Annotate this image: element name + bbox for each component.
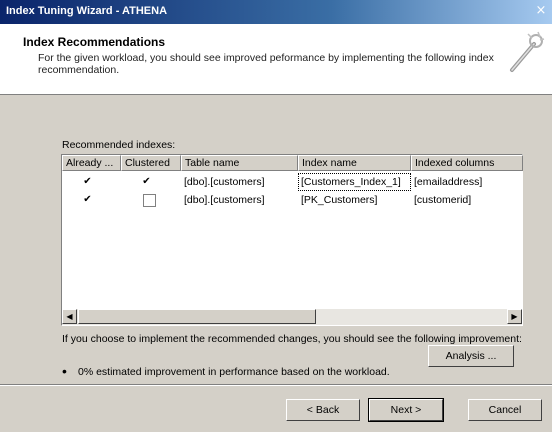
table-name-cell: [dbo].[customers] bbox=[184, 194, 265, 206]
column-header-clustered[interactable]: Clustered bbox=[121, 155, 181, 171]
index-name-cell: [PK_Customers] bbox=[301, 194, 378, 206]
footer-separator bbox=[0, 384, 552, 386]
column-header-indexed-columns[interactable]: Indexed columns bbox=[411, 155, 523, 171]
column-header-already[interactable]: Already ... bbox=[62, 155, 121, 171]
already-checkbox[interactable]: ✔ bbox=[82, 176, 93, 187]
table-name-cell: [dbo].[customers] bbox=[184, 176, 265, 188]
clustered-cell bbox=[121, 191, 182, 209]
clustered-checkbox[interactable]: ✔ bbox=[141, 176, 152, 187]
wizard-window: Index Tuning Wizard - ATHENA × Index Rec… bbox=[0, 0, 552, 432]
close-icon[interactable]: × bbox=[534, 4, 548, 18]
indexed-columns-cell: [emailaddress] bbox=[414, 176, 483, 188]
analysis-button[interactable]: Analysis ... bbox=[428, 345, 514, 367]
recommended-indexes-label: Recommended indexes: bbox=[62, 139, 176, 151]
recommended-indexes-table[interactable]: Already ... Clustered Table name Index n… bbox=[61, 154, 523, 326]
wizard-wand-icon bbox=[510, 31, 545, 72]
already-cell: ✔ bbox=[62, 191, 123, 209]
scroll-left-icon[interactable]: ◀ bbox=[62, 309, 77, 324]
index-name-cell: [Customers_Index_1] bbox=[298, 173, 411, 191]
table-row[interactable]: ✔ [dbo].[customers] [PK_Customers] [cust… bbox=[62, 191, 522, 209]
wizard-body: Recommended indexes: Already ... Cluster… bbox=[0, 95, 552, 385]
improvement-bullet: 0% estimated improvement in performance … bbox=[78, 366, 390, 378]
scroll-right-icon[interactable]: ▶ bbox=[507, 309, 522, 324]
next-button[interactable]: Next > bbox=[368, 398, 444, 422]
indexed-columns-cell: [customerid] bbox=[414, 194, 472, 206]
back-button[interactable]: < Back bbox=[286, 399, 360, 421]
already-cell: ✔ bbox=[62, 173, 123, 191]
table-header: Already ... Clustered Table name Index n… bbox=[62, 155, 523, 171]
clustered-checkbox[interactable] bbox=[143, 194, 156, 207]
column-header-table-name[interactable]: Table name bbox=[181, 155, 298, 171]
wizard-header: Index Recommendations For the given work… bbox=[0, 24, 552, 95]
column-header-index-name[interactable]: Index name bbox=[298, 155, 411, 171]
window-title: Index Tuning Wizard - ATHENA bbox=[6, 5, 168, 17]
scroll-thumb[interactable] bbox=[78, 309, 316, 324]
page-description: For the given workload, you should see i… bbox=[38, 52, 494, 76]
cancel-button[interactable]: Cancel bbox=[468, 399, 542, 421]
table-row[interactable]: ✔ ✔ [dbo].[customers] [Customers_Index_1… bbox=[62, 173, 522, 191]
page-title: Index Recommendations bbox=[23, 35, 166, 49]
already-checkbox[interactable]: ✔ bbox=[82, 194, 93, 205]
bullet-icon: • bbox=[62, 363, 67, 379]
horizontal-scrollbar[interactable]: ◀ ▶ bbox=[62, 309, 522, 325]
clustered-cell: ✔ bbox=[121, 173, 182, 191]
improvement-text: If you choose to implement the recommend… bbox=[62, 333, 522, 345]
title-bar[interactable]: Index Tuning Wizard - ATHENA × bbox=[0, 0, 552, 24]
